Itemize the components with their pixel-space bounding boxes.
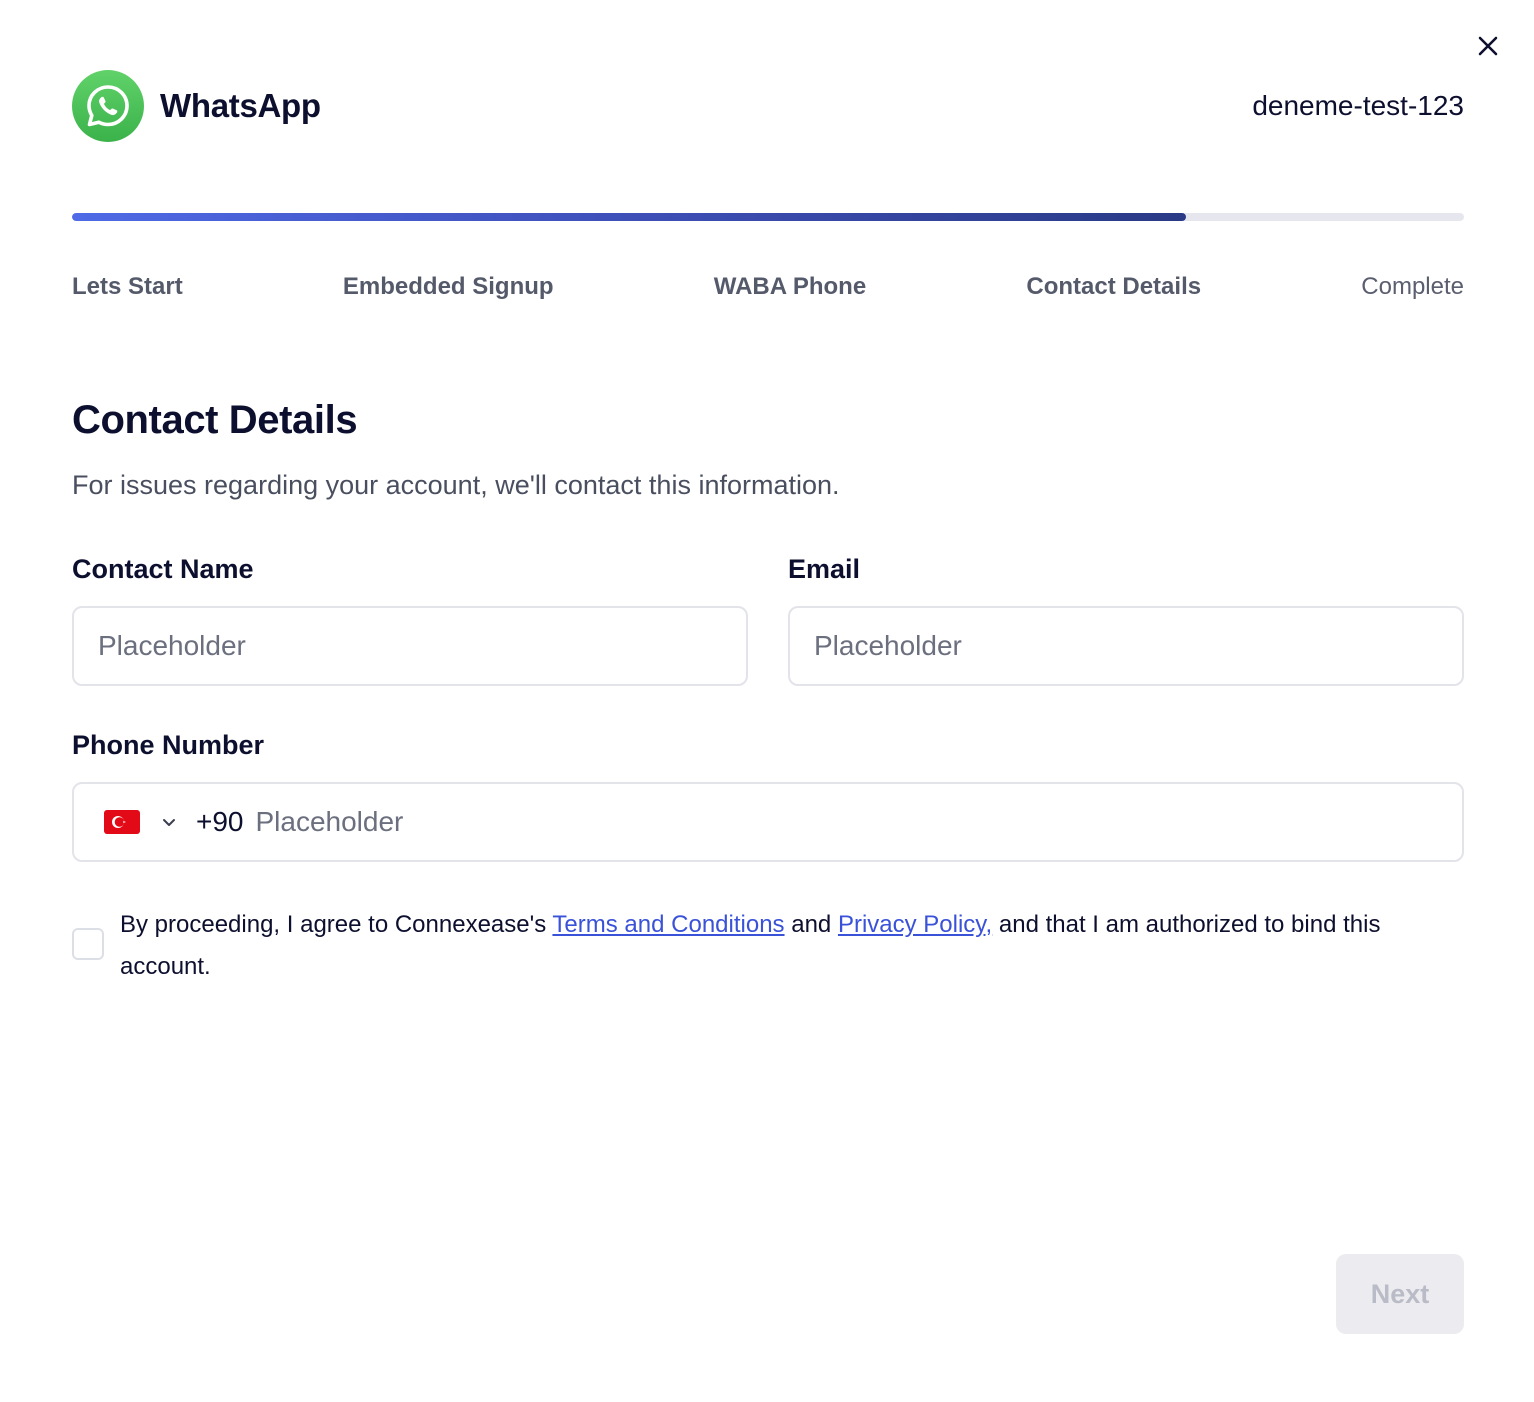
modal-header: WhatsApp deneme-test-123 xyxy=(72,70,1464,142)
phone-number-label: Phone Number xyxy=(72,730,265,760)
step-lets-start: Lets Start xyxy=(72,273,183,300)
phone-number-input[interactable] xyxy=(255,806,1256,838)
progress-bar-fill xyxy=(72,213,1186,221)
next-button[interactable]: Next xyxy=(1336,1254,1464,1334)
step-contact-details: Contact Details xyxy=(1026,273,1202,300)
email-label: Email xyxy=(788,554,861,584)
progress-bar xyxy=(72,213,1464,221)
chevron-down-icon xyxy=(160,813,178,831)
account-name: deneme-test-123 xyxy=(1252,90,1464,121)
close-button[interactable] xyxy=(1474,32,1502,60)
privacy-policy-link[interactable]: Privacy Policy, xyxy=(838,911,992,938)
whatsapp-onboarding-modal: WhatsApp deneme-test-123 Lets Start Embe… xyxy=(0,0,1534,1402)
step-list: Lets Start Embedded Signup WABA Phone Co… xyxy=(72,270,1464,304)
agreement-text: By proceeding, I agree to Connexease's T… xyxy=(120,904,1440,988)
step-waba-phone: WABA Phone xyxy=(713,273,867,300)
page-subtitle: For issues regarding your account, we'll… xyxy=(72,470,840,500)
phone-number-field: +90 xyxy=(72,782,1464,862)
page-title: Contact Details xyxy=(72,398,358,442)
dial-code: +90 xyxy=(196,806,244,837)
contact-name-input[interactable] xyxy=(72,606,748,686)
app-name: WhatsApp xyxy=(160,87,321,124)
turkey-flag-icon xyxy=(104,810,140,834)
country-code-select[interactable] xyxy=(104,810,178,834)
email-input[interactable] xyxy=(788,606,1464,686)
contact-name-label: Contact Name xyxy=(72,554,254,584)
close-icon xyxy=(1478,36,1498,56)
step-complete: Complete xyxy=(1361,273,1464,300)
terms-and-conditions-link[interactable]: Terms and Conditions xyxy=(552,911,784,938)
agreement-text-middle: and xyxy=(784,911,838,938)
agreement-checkbox[interactable] xyxy=(72,928,104,960)
whatsapp-logo-icon xyxy=(72,70,144,142)
brand: WhatsApp xyxy=(72,70,321,142)
agreement-text-before: By proceeding, I agree to Connexease's xyxy=(120,911,553,938)
step-embedded-signup: Embedded Signup xyxy=(342,273,554,300)
